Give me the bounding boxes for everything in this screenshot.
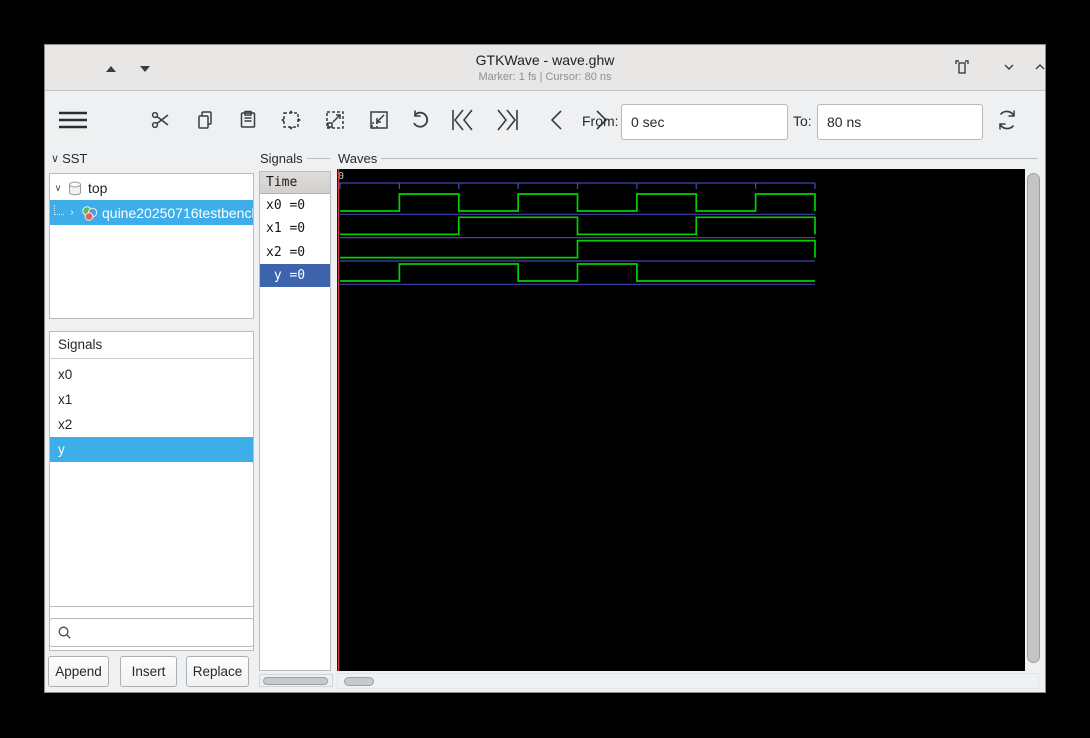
value-row-x2[interactable]: x2 =0 [260,241,330,264]
to-input[interactable] [817,104,983,140]
signals-list-panel: Signals x0 x1 x2 y [49,331,254,607]
zoom-in-icon[interactable] [321,106,349,134]
sst-frame-label[interactable]: ∨ SST [51,151,87,166]
time-header[interactable]: Time [260,172,330,194]
instance-icon [80,205,98,221]
signal-item-x0[interactable]: x0 [50,362,253,387]
search-icon [57,625,72,640]
waves-hscrollbar-thumb[interactable] [344,677,374,686]
wave-trace-x2 [340,241,815,258]
previous-edge-icon[interactable] [543,106,571,134]
from-label: From: [582,113,619,129]
undo-icon[interactable] [407,106,435,134]
signal-values-panel: Time x0 =0 x1 =0 x2 =0 y =0 [259,171,331,671]
signal-item-x2[interactable]: x2 [50,412,253,437]
frame-line [307,158,330,159]
values-hscrollbar-thumb[interactable] [263,677,328,685]
keep-above-icon[interactable] [953,58,971,76]
wave-trace-y [340,264,815,281]
value-row-x0[interactable]: x0 =0 [260,194,330,217]
zoom-out-icon[interactable] [365,106,393,134]
window-title: GTKWave - wave.ghw [45,52,1045,68]
expander-open-icon[interactable]: ∨ [50,183,66,194]
values-hscrollbar[interactable] [259,674,333,687]
marker-cursor-status: Marker: 1 fs | Cursor: 80 ns [45,71,1045,83]
zoom-fit-icon[interactable] [277,106,305,134]
to-label: To: [793,113,812,129]
frame-line [381,158,1038,159]
signals-list-header[interactable]: Signals [50,332,253,359]
signal-item-y[interactable]: y [50,437,253,462]
signal-item-x1[interactable]: x1 [50,387,253,412]
expander-closed-icon[interactable]: › [64,207,80,218]
paste-icon[interactable] [234,106,262,134]
module-icon [66,181,84,196]
go-to-end-icon[interactable] [493,106,521,134]
maximize-icon[interactable] [1031,58,1046,76]
sst-tree: ∨ top › quine20250716testbench [49,173,254,319]
wave-trace-x1 [340,217,815,234]
toolbar: From: To: [45,92,1045,149]
sst-expander-icon[interactable]: ∨ [51,152,59,165]
gtkwave-window: GTKWave - wave.ghw Marker: 1 fs | Cursor… [44,44,1046,693]
tree-node-testbench[interactable]: › quine20250716testbench [50,200,253,225]
copy-icon[interactable] [191,106,219,134]
tree-node-top[interactable]: ∨ top [50,176,253,200]
go-to-start-icon[interactable] [449,106,477,134]
value-row-y[interactable]: y =0 [260,264,330,287]
waves-vscrollbar-thumb[interactable] [1027,173,1040,663]
titlebar[interactable]: GTKWave - wave.ghw Marker: 1 fs | Cursor… [45,45,1045,91]
search-input[interactable] [77,625,253,640]
insert-button[interactable]: Insert [120,656,177,687]
wave-trace-x0 [340,194,815,211]
waves-frame-label: Waves [338,151,1038,166]
replace-button[interactable]: Replace [186,656,249,687]
reload-icon[interactable] [993,106,1021,134]
menu-icon[interactable] [55,106,91,134]
from-input[interactable] [621,104,788,140]
cut-icon[interactable] [147,106,175,134]
tree-guide-line [54,205,64,215]
waves-hscrollbar[interactable] [337,673,1039,689]
minimize-icon[interactable] [1000,58,1018,76]
waveform-display[interactable]: 0 [337,169,1025,671]
waveform-canvas[interactable]: 0 [337,169,1025,671]
value-row-x1[interactable]: x1 =0 [260,217,330,240]
append-button[interactable]: Append [48,656,109,687]
signal-search-box[interactable] [49,618,254,647]
values-frame-label: Signals [260,151,330,166]
